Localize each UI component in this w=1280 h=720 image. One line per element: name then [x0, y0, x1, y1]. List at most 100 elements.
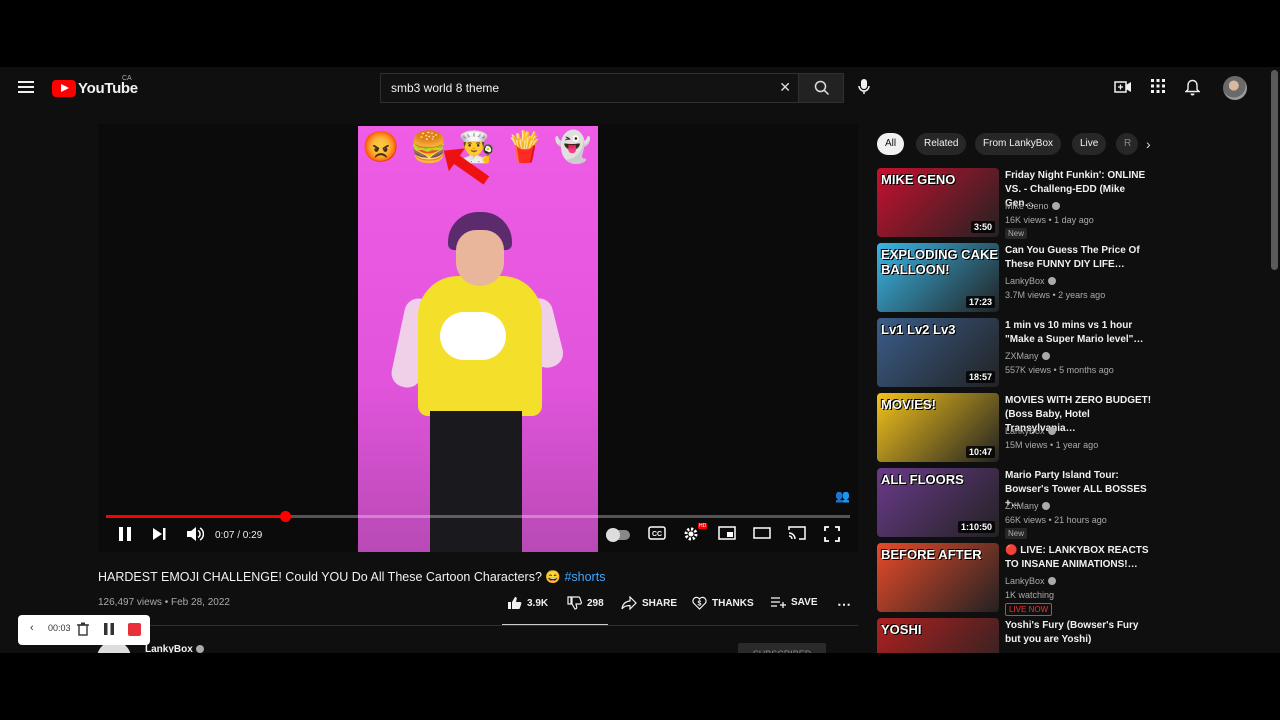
video-thumbnail[interactable]: EXPLODING CAKE BALLOON! 17:23 [877, 243, 999, 312]
related-video-item[interactable]: MOVIES! 10:47 MOVIES WITH ZERO BUDGET! (Bo… [877, 393, 1157, 463]
channel-text: Mike Geno [1005, 201, 1049, 211]
video-thumbnail[interactable]: MIKE GENO 3:50 [877, 168, 999, 237]
thumbnail-caption: MIKE GENO [881, 172, 956, 187]
progress-bar[interactable] [106, 511, 850, 522]
channel-text: LankyBox [1005, 576, 1045, 586]
related-video-title[interactable]: 🔴 LIVE: LANKYBOX REACTS TO INSANE ANIMAT… [1005, 544, 1155, 572]
thanks-heart-dollar-icon: $ [692, 596, 707, 610]
related-video-channel[interactable]: LankyBox [1005, 576, 1056, 586]
account-avatar[interactable] [1223, 76, 1247, 100]
thumbnail-caption: EXPLODING CAKE BALLOON! [881, 247, 999, 277]
new-badge: New [1005, 228, 1028, 239]
share-button[interactable]: SHARE [621, 596, 677, 610]
thumbnail-caption: ALL FLOORS [881, 472, 964, 487]
chip-from-lankybox[interactable]: From LankyBox [975, 133, 1062, 155]
cast-icon[interactable] [788, 526, 806, 540]
video-thumbnail[interactable]: ALL FLOORS 1:10:50 [877, 468, 999, 537]
notifications-bell-icon[interactable] [1185, 79, 1200, 96]
logo-text: YouTube [78, 79, 138, 97]
collapse-chevron-icon[interactable]: ‹ [30, 622, 34, 634]
like-button[interactable]: 3.9K [507, 596, 548, 610]
thumbnail-caption: MOVIES! [881, 397, 936, 412]
voice-search-icon[interactable] [857, 78, 871, 96]
video-thumbnail[interactable]: MOVIES! 10:47 [877, 393, 999, 462]
masthead: YouTube CA ✕ [0, 67, 1268, 109]
related-video-channel[interactable]: ZXMany [1005, 501, 1050, 511]
verified-icon [195, 645, 204, 653]
hd-badge: HD [698, 523, 708, 529]
related-video-channel[interactable]: ZXMany [1005, 351, 1050, 361]
related-video-meta: 1K watching [1005, 590, 1055, 600]
scrubber-handle[interactable] [279, 511, 291, 522]
divider [98, 625, 858, 626]
dislike-button[interactable]: 298 [567, 596, 604, 610]
related-video-item[interactable]: EXPLODING CAKE BALLOON! 17:23 Can You Gues… [877, 243, 1157, 313]
video-thumbnail[interactable]: BEFORE AFTER [877, 543, 999, 612]
next-video-icon[interactable] [152, 526, 166, 542]
video-thumbnail[interactable]: YOSHI [877, 618, 999, 653]
related-video-channel[interactable]: Mike Geno [1005, 201, 1060, 211]
pause-icon[interactable] [118, 526, 132, 542]
video-player[interactable]: 😡 🍔 👨‍🍳 🍟 👻 👥 0:07 / 0:29 CC [98, 124, 858, 552]
emoji-angry: 😡 [362, 131, 400, 164]
miniplayer-icon[interactable] [718, 526, 736, 540]
scrollbar-thumb[interactable] [1271, 70, 1278, 270]
chip-truncated[interactable]: R [1116, 133, 1138, 155]
chip-related[interactable]: Related [916, 133, 967, 155]
hamburger-menu-icon[interactable] [18, 81, 34, 93]
apps-grid-icon[interactable] [1151, 79, 1165, 93]
fullscreen-icon[interactable] [824, 526, 840, 542]
svg-text:$: $ [698, 601, 702, 608]
create-video-icon[interactable] [1114, 79, 1132, 95]
chip-all[interactable]: All [877, 133, 905, 155]
thanks-button[interactable]: $ THANKS [692, 596, 754, 610]
chips-next-chevron-icon[interactable]: › [1146, 136, 1151, 152]
save-button[interactable]: SAVE [771, 596, 818, 608]
channel-watermark-icon[interactable]: 👥 [835, 489, 850, 503]
related-video-item[interactable]: YOSHI Yoshi's Fury (Bowser's Fury but you… [877, 618, 1157, 653]
related-video-title[interactable]: Can You Guess The Price Of These FUNNY D… [1005, 244, 1155, 272]
captions-icon[interactable]: CC [648, 526, 666, 540]
related-video-title[interactable]: 1 min vs 10 mins vs 1 hour "Make a Super… [1005, 319, 1155, 347]
related-video-item[interactable]: Lv1 Lv2 Lv3 18:57 1 min vs 10 mins vs 1 ho… [877, 318, 1157, 388]
settings-gear-icon[interactable] [683, 526, 699, 542]
delete-trash-icon[interactable] [77, 622, 89, 636]
thumbs-up-icon [508, 597, 522, 609]
stop-recording-icon[interactable] [128, 623, 141, 636]
youtube-logo[interactable]: YouTube CA [52, 75, 138, 97]
search-box[interactable]: ✕ [380, 73, 800, 103]
letterbox-bottom [0, 653, 1280, 720]
more-actions-icon[interactable]: ⋯ [837, 596, 851, 613]
video-title: HARDEST EMOJI CHALLENGE! Could YOU Do Al… [98, 570, 605, 585]
video-thumbnail[interactable]: Lv1 Lv2 Lv3 18:57 [877, 318, 999, 387]
video-frame: 😡 🍔 👨‍🍳 🍟 👻 [358, 126, 598, 552]
new-badge: New [1005, 528, 1028, 539]
search-button[interactable] [798, 73, 844, 103]
volume-icon[interactable] [186, 526, 204, 542]
duration-badge: 17:23 [965, 296, 995, 308]
channel-text: ZXMany [1005, 351, 1039, 361]
clear-search-icon[interactable]: ✕ [779, 79, 791, 96]
view-count: 126,497 views [98, 597, 162, 608]
related-video-item[interactable]: MIKE GENO 3:50 Friday Night Funkin': ONLIN… [877, 168, 1157, 239]
related-video-title[interactable]: Yoshi's Fury (Bowser's Fury but you are … [1005, 619, 1155, 647]
channel-text: ZXMany [1005, 501, 1039, 511]
related-video-item[interactable]: ALL FLOORS 1:10:50 Mario Party Island Tour… [877, 468, 1157, 539]
related-video-item[interactable]: BEFORE AFTER 🔴 LIVE: LANKYBOX REACTS TO I… [877, 543, 1157, 616]
search-input[interactable] [389, 80, 773, 96]
page-scrollbar[interactable] [1269, 67, 1280, 653]
autoplay-toggle[interactable] [606, 528, 630, 542]
duration-badge: 1:10:50 [957, 521, 995, 533]
save-label: SAVE [791, 596, 818, 608]
subscribe-button[interactable]: SUBSCRIBED [738, 643, 826, 653]
pause-recording-icon[interactable] [104, 623, 114, 635]
theater-mode-icon[interactable] [753, 526, 771, 540]
related-video-channel[interactable]: LankyBox [1005, 426, 1056, 436]
verified-icon [1047, 427, 1056, 435]
hashtag-link[interactable]: #shorts [564, 570, 605, 584]
related-video-channel[interactable]: LankyBox [1005, 276, 1056, 286]
emoji-ghost: 👻 [554, 131, 592, 164]
chip-live[interactable]: Live [1072, 133, 1107, 155]
video-meta: 126,497 views • Feb 28, 2022 [98, 597, 230, 608]
channel-name[interactable]: LankyBox [145, 644, 204, 653]
